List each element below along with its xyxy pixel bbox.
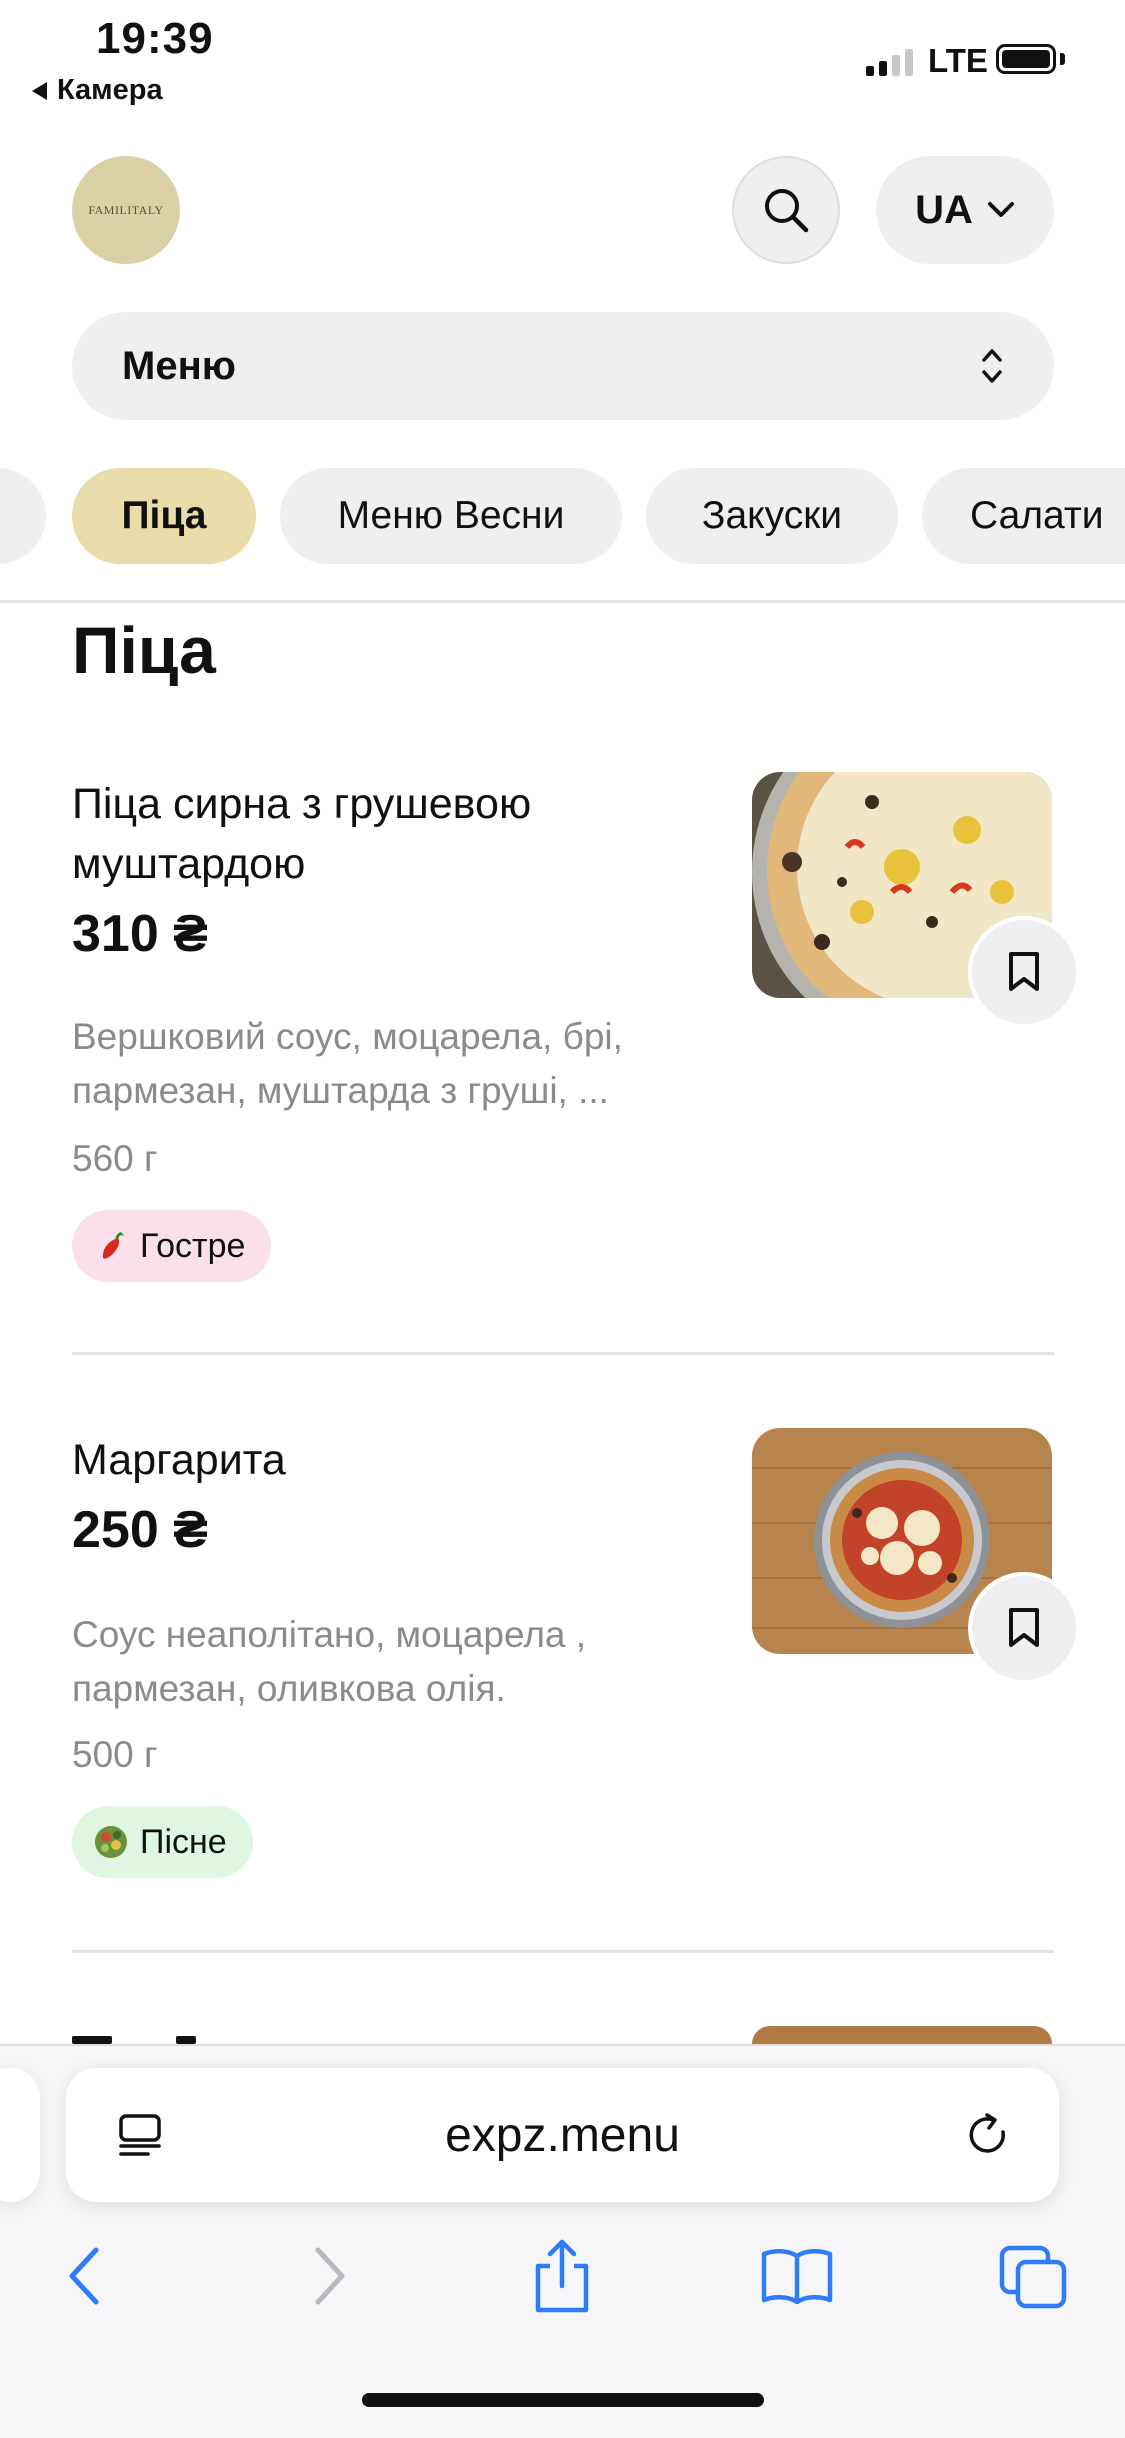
category-chip-previous[interactable]: [0, 468, 46, 564]
chili-pepper-icon: [102, 1232, 125, 1259]
item-price: 310 ₴: [72, 905, 208, 963]
item-weight: 560 г: [72, 1138, 158, 1179]
reader-mode-icon[interactable]: [116, 2112, 164, 2160]
tag-label: Пісне: [140, 1822, 227, 1861]
category-chip-pizza[interactable]: Піца: [72, 468, 256, 564]
cellular-signal-icon: [866, 48, 913, 76]
logo-text: FAMILITALY: [88, 202, 164, 217]
section-title: Піца: [72, 613, 216, 687]
back-nav-icon[interactable]: [64, 2244, 104, 2308]
bookmark-button[interactable]: [968, 916, 1080, 1028]
item-separator: [72, 1352, 1054, 1355]
menu-dropdown[interactable]: Меню: [72, 312, 1054, 420]
search-button[interactable]: [732, 156, 840, 264]
chevron-down-icon: [987, 202, 1014, 217]
tag-label: Гостре: [140, 1226, 246, 1265]
battery-icon: [996, 44, 1056, 74]
salad-bowl-icon: [95, 1826, 127, 1858]
menu-dropdown-label: Меню: [122, 343, 236, 388]
address-bar[interactable]: expz.menu: [66, 2068, 1059, 2202]
item-name[interactable]: Маргарита: [72, 1430, 712, 1490]
bookmark-icon: [1009, 952, 1039, 991]
item-price: 250 ₴: [72, 1501, 208, 1559]
next-item-name-partial: [72, 2026, 252, 2044]
network-type: LTE: [928, 42, 988, 79]
home-indicator: [362, 2393, 764, 2407]
category-chip-snacks[interactable]: Закуски: [646, 468, 898, 564]
lent-tag: Пісне: [72, 1806, 253, 1878]
bookmarks-icon[interactable]: [760, 2246, 834, 2306]
tabs-icon[interactable]: [998, 2244, 1070, 2312]
up-down-chevron-icon: [982, 349, 1002, 383]
category-chip-salads[interactable]: Салати: [922, 468, 1125, 564]
bookmark-button[interactable]: [968, 1572, 1080, 1684]
item-separator: [72, 1950, 1054, 1953]
category-chip-spring-menu[interactable]: Меню Весни: [280, 468, 622, 564]
status-time: 19:39: [96, 14, 214, 63]
url-text: expz.menu: [445, 2108, 680, 2162]
item-weight: 500 г: [72, 1734, 158, 1775]
reload-icon[interactable]: [963, 2110, 1013, 2160]
item-description: Соус неаполітано, моцарела , пармезан, о…: [72, 1614, 587, 1709]
item-description: Вершковий соус, моцарела, брі, пармезан,…: [72, 1016, 623, 1111]
search-icon: [765, 189, 809, 233]
spicy-tag: Гостре: [72, 1210, 272, 1282]
item-name[interactable]: Піца сирна з грушевою муштардою: [72, 774, 712, 894]
bookmark-icon: [1009, 1608, 1039, 1647]
back-arrow-icon: [32, 81, 47, 100]
back-to-app-link[interactable]: Камера: [32, 74, 163, 107]
header-divider: [0, 600, 1125, 603]
forward-nav-icon[interactable]: [310, 2244, 350, 2308]
previous-tab-preview[interactable]: [0, 2068, 40, 2202]
language-selector[interactable]: UA: [876, 156, 1054, 264]
share-icon[interactable]: [530, 2236, 594, 2316]
category-chips: Піца Меню Весни Закуски Салати: [0, 468, 1125, 564]
back-app-label: Камера: [57, 74, 163, 106]
next-item-image-partial: [752, 2026, 1052, 2044]
restaurant-logo[interactable]: FAMILITALY: [72, 156, 180, 264]
language-label: UA: [915, 187, 973, 232]
